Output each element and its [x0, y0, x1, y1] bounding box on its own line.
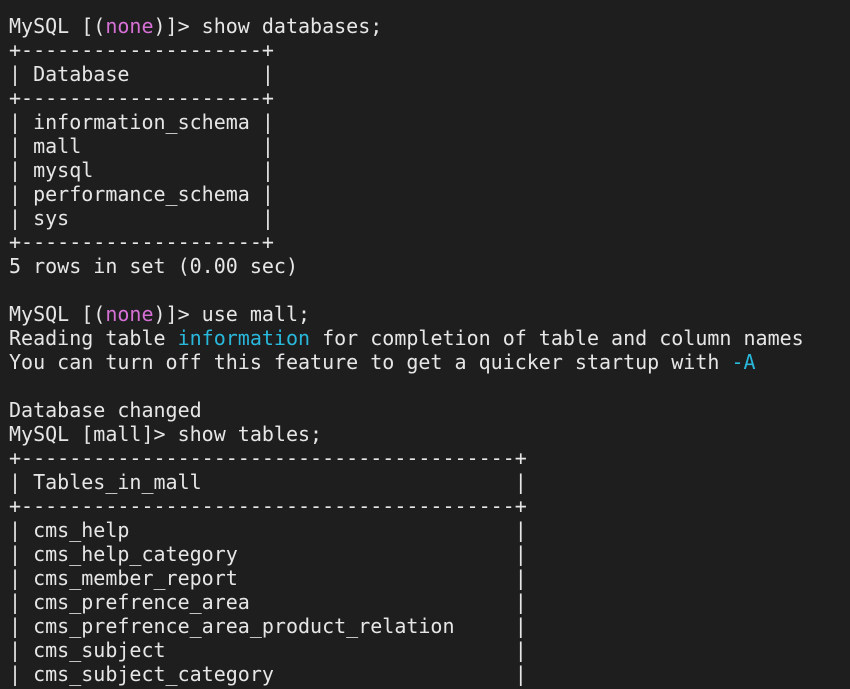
terminal-line: | cms_subject_category | [9, 662, 850, 686]
terminal-text: +--------------------+ [9, 230, 274, 254]
terminal-text: Database changed [9, 398, 202, 422]
terminal-text: | mall | [9, 134, 274, 158]
terminal-text: 5 rows in set (0.00 sec) [9, 254, 298, 278]
terminal-window[interactable]: MySQL [(none)]> show databases; +--------… [0, 0, 850, 689]
terminal-text: )]> use mall; [153, 302, 311, 326]
terminal-text: MySQL [( [9, 302, 106, 326]
terminal-text: | Database | [9, 62, 274, 86]
terminal-line: | cms_subject | [9, 638, 850, 662]
terminal-text: ( [93, 14, 106, 38]
terminal-text: )]> show databases; [153, 14, 383, 38]
terminal-line: +---------------------------------------… [9, 494, 850, 518]
highlighted-text: information [177, 326, 311, 350]
terminal-line: Database changed [9, 398, 850, 422]
terminal-line: | mysql | [9, 158, 850, 182]
terminal-text: | Tables_in_mall | [9, 470, 527, 494]
terminal-line: | cms_member_report | [9, 566, 850, 590]
terminal-text: | cms_subject_category | [9, 662, 527, 686]
terminal-line: MySQL [(none)]> show databases; [9, 14, 850, 38]
terminal-line: +--------------------+ [9, 38, 850, 62]
terminal-line: +--------------------+ [9, 86, 850, 110]
terminal-line: | cms_help | [9, 518, 850, 542]
highlighted-text: none [105, 302, 154, 326]
terminal-line: Reading table information for completion… [9, 326, 850, 350]
terminal-text: | cms_prefrence_area_product_relation | [9, 614, 527, 638]
terminal-text: MySQL [ [9, 14, 94, 38]
terminal-line: | information_schema | [9, 110, 850, 134]
terminal-line: | Database | [9, 62, 850, 86]
terminal-line: MySQL [(none)]> use mall; [9, 302, 850, 326]
terminal-text: | information_schema | [9, 110, 274, 134]
terminal-line: 5 rows in set (0.00 sec) [9, 254, 850, 278]
terminal-text: +--------------------+ [9, 86, 274, 110]
highlighted-text: -A [731, 350, 756, 374]
terminal-line: | performance_schema | [9, 182, 850, 206]
terminal-line: | mall | [9, 134, 850, 158]
terminal-line: +---------------------------------------… [9, 446, 850, 470]
terminal-line: | cms_help_category | [9, 542, 850, 566]
terminal-text: | cms_member_report | [9, 566, 527, 590]
terminal-line: | sys | [9, 206, 850, 230]
terminal-text: You can turn off this feature to get a q… [9, 350, 732, 374]
terminal-text: | cms_prefrence_area | [9, 590, 527, 614]
terminal-line: +--------------------+ [9, 230, 850, 254]
terminal-text: MySQL [mall]> show tables; [9, 422, 323, 446]
terminal-text: for completion of table and column names [310, 326, 804, 350]
terminal-text: +---------------------------------------… [9, 494, 527, 518]
terminal-text: | sys | [9, 206, 274, 230]
terminal-text: | performance_schema | [9, 182, 274, 206]
terminal-line: | cms_prefrence_area_product_relation | [9, 614, 850, 638]
highlighted-text: none [105, 14, 154, 38]
terminal-text: Reading table [9, 326, 178, 350]
terminal-text: | cms_help_category | [9, 542, 527, 566]
terminal-line: | Tables_in_mall | [9, 470, 850, 494]
terminal-line: | cms_prefrence_area | [9, 590, 850, 614]
terminal-text: +--------------------+ [9, 38, 274, 62]
terminal-line: You can turn off this feature to get a q… [9, 350, 850, 374]
terminal-text: +---------------------------------------… [9, 446, 527, 470]
terminal-text: | mysql | [9, 158, 274, 182]
terminal-line: MySQL [mall]> show tables; [9, 422, 850, 446]
terminal-text: | cms_subject | [9, 638, 527, 662]
terminal-text: | cms_help | [9, 518, 527, 542]
